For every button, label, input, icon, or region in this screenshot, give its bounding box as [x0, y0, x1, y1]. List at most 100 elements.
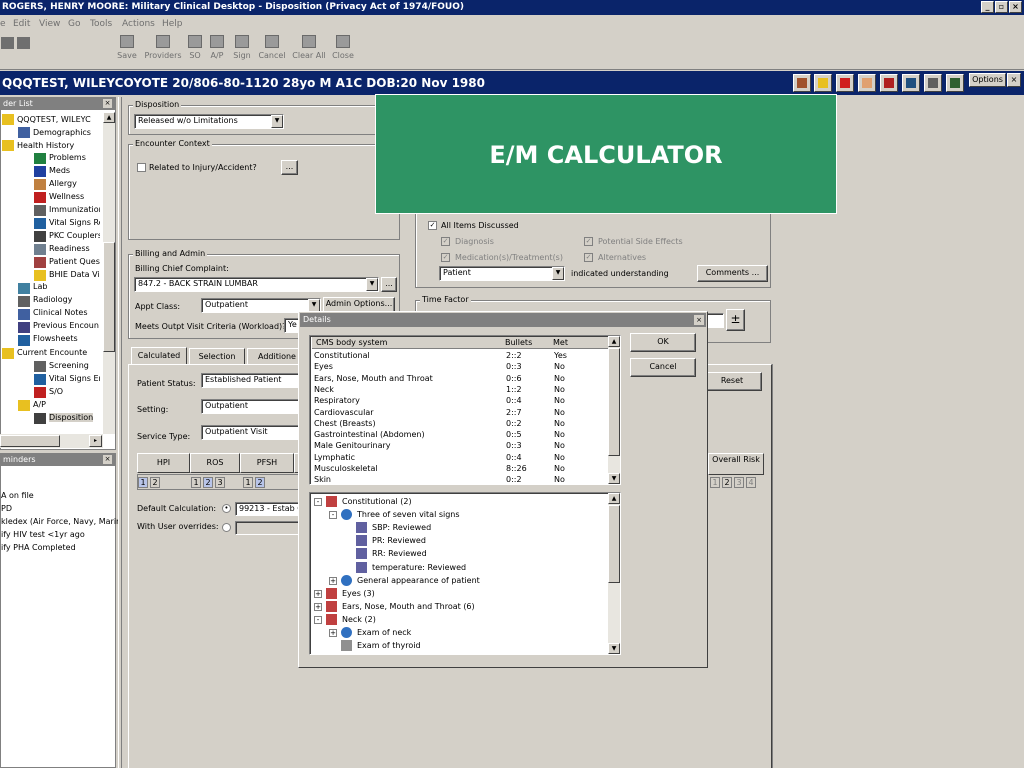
body-system-row[interactable]: Gastrointestinal (Abdomen) 0::5 No [313, 429, 608, 440]
tree-item[interactable]: S/O [49, 387, 63, 396]
tree-item[interactable]: Wellness [49, 192, 84, 201]
details-tree-item[interactable]: General appearance of patient [357, 574, 480, 587]
cancel-toolbar-button[interactable]: Cancel [257, 35, 287, 60]
pfsh-level[interactable]: 1 [243, 477, 253, 488]
folder-icon[interactable] [17, 37, 30, 49]
injury-details-button[interactable]: ... [281, 160, 298, 175]
so-button[interactable]: SO [187, 35, 203, 60]
disposition-select[interactable]: Released w/o Limitations ▼ [134, 114, 284, 129]
parachute-icon[interactable] [924, 74, 942, 92]
tree-item[interactable]: Lab [33, 282, 47, 291]
understanding-who-select[interactable]: Patient ▼ [439, 266, 565, 281]
body-system-row[interactable]: Lymphatic 0::4 No [313, 452, 608, 463]
tree-item[interactable]: Vital Signs Re [49, 218, 100, 227]
collapse-icon[interactable]: - [314, 498, 322, 506]
column-header-bullets[interactable]: Bullets [505, 338, 532, 347]
body-system-list[interactable]: CMS body system Bullets Met Constitution… [309, 335, 621, 485]
ok-button[interactable]: OK [630, 333, 696, 352]
tree-item[interactable]: Problems [49, 153, 86, 162]
tree-item[interactable]: Radiology [33, 295, 72, 304]
restore-button[interactable]: ▫ [995, 1, 1008, 13]
reminder-item[interactable]: ify HIV test <1yr ago [1, 530, 85, 539]
details-cancel-button[interactable]: Cancel [630, 358, 696, 377]
expand-icon[interactable]: + [329, 629, 337, 637]
menu-view[interactable]: View [39, 15, 60, 33]
menu-help[interactable]: Help [162, 15, 183, 33]
details-tree[interactable]: - Constitutional (2) - Three of seven vital… [309, 492, 621, 655]
tree-item[interactable]: Flowsheets [33, 334, 78, 343]
tree-item[interactable]: Demographics [33, 128, 91, 137]
default-calc-radio[interactable]: • [222, 504, 231, 513]
tree-item[interactable]: A/P [33, 400, 46, 409]
body-system-row[interactable]: Musculoskeletal 8::26 No [313, 463, 608, 474]
providers-button[interactable]: Providers [144, 35, 182, 60]
details-tree-item[interactable]: Eyes (3) [342, 587, 375, 600]
pfsh-level[interactable]: 2 [255, 477, 265, 488]
tree-item[interactable]: Meds [49, 166, 70, 175]
ros-level[interactable]: 2 [203, 477, 213, 488]
setting-select[interactable]: Outpatient [201, 399, 301, 414]
plane-icon[interactable] [902, 74, 920, 92]
tree-item[interactable]: Allergy [49, 179, 77, 188]
ap-button[interactable]: A/P [207, 35, 227, 60]
tree-item[interactable]: Vital Signs En [49, 374, 100, 383]
injury-checkbox[interactable] [137, 163, 146, 172]
pane-splitter[interactable] [118, 97, 122, 768]
body-system-row[interactable]: Chest (Breasts) 0::2 No [313, 418, 608, 429]
hpi-level[interactable]: 2 [150, 477, 160, 488]
details-tree-item[interactable]: Ears, Nose, Mouth and Throat (6) [342, 600, 475, 613]
details-tree-item[interactable]: temperature: Reviewed [372, 561, 466, 574]
chief-complaint-select[interactable]: 847.2 - BACK STRAIN LUMBAR ▼ [134, 277, 379, 292]
tree-item[interactable]: Immunization [49, 205, 100, 214]
tree-item[interactable]: Screening [49, 361, 89, 370]
folder-tree-scrollbar[interactable]: ▲ [103, 112, 115, 434]
tree-item[interactable]: Readiness [49, 244, 90, 253]
time-spinner[interactable]: ± [726, 309, 745, 331]
all-items-checkbox[interactable]: ✓ [428, 221, 437, 230]
collapse-icon[interactable]: - [329, 511, 337, 520]
alternatives-checkbox[interactable]: ✓ [584, 253, 593, 262]
body-system-row[interactable]: Neck 1::2 No [313, 384, 608, 395]
body-system-row[interactable]: Respiratory 0::4 No [313, 395, 608, 406]
body-system-row[interactable]: Skin 0::2 No [313, 474, 608, 484]
details-close-icon[interactable]: × [694, 315, 704, 325]
menu-edit[interactable]: Edit [13, 15, 30, 33]
tab-selection[interactable]: Selection [189, 348, 245, 365]
expand-icon[interactable]: + [329, 576, 337, 585]
tree-item[interactable]: Patient Quest [49, 257, 100, 266]
hpi-level[interactable]: 1 [138, 477, 148, 488]
tree-item[interactable]: BHIE Data Vi [49, 270, 100, 279]
clear-all-button[interactable]: Clear All [292, 35, 326, 60]
menu-go[interactable]: Go [68, 15, 80, 33]
open-icon[interactable] [1, 37, 14, 49]
reminder-item[interactable]: ify PHA Completed [1, 543, 76, 552]
body-system-scrollbar[interactable]: ▲ ▼ [608, 336, 620, 484]
tree-item[interactable]: QQQTEST, WILEYC [17, 115, 91, 124]
time-factor-input[interactable] [706, 313, 724, 328]
medications-checkbox[interactable]: ✓ [441, 253, 450, 262]
details-tree-item[interactable]: SBP: Reviewed [372, 521, 431, 534]
collapse-icon[interactable]: - [314, 615, 322, 624]
tree-item[interactable]: Previous Encoun [33, 321, 99, 330]
details-tree-item[interactable]: Neck (2) [342, 613, 376, 626]
tab-calculated[interactable]: Calculated [131, 347, 187, 364]
expand-icon[interactable]: + [314, 602, 322, 611]
service-type-select[interactable]: Outpatient Visit [201, 425, 301, 440]
column-header-system[interactable]: CMS body system [316, 338, 387, 347]
details-tree-scrollbar[interactable]: ▲ ▼ [608, 493, 620, 654]
risk-level[interactable]: 2 [722, 477, 732, 488]
warning-icon[interactable] [814, 74, 832, 92]
body-system-row[interactable]: Cardiovascular 2::7 No [313, 407, 608, 418]
details-tree-item[interactable]: Three of seven vital signs [357, 508, 460, 521]
details-tree-item[interactable]: Exam of neck [357, 626, 411, 639]
side-effects-checkbox[interactable]: ✓ [584, 237, 593, 246]
body-system-row[interactable]: Male Genitourinary 0::3 No [313, 440, 608, 451]
chief-complaint-details-button[interactable]: ... [381, 277, 397, 292]
reminder-item[interactable]: kledex (Air Force, Navy, Marin [1, 517, 121, 526]
expand-icon[interactable]: + [314, 589, 322, 598]
minimize-button[interactable]: _ [981, 1, 994, 13]
reset-button[interactable]: Reset [702, 372, 762, 391]
details-tree-item[interactable]: RR: Reviewed [372, 547, 427, 560]
body-system-row[interactable]: Ears, Nose, Mouth and Throat 0::6 No [313, 373, 608, 384]
patient-status-select[interactable]: Established Patient [201, 373, 301, 388]
